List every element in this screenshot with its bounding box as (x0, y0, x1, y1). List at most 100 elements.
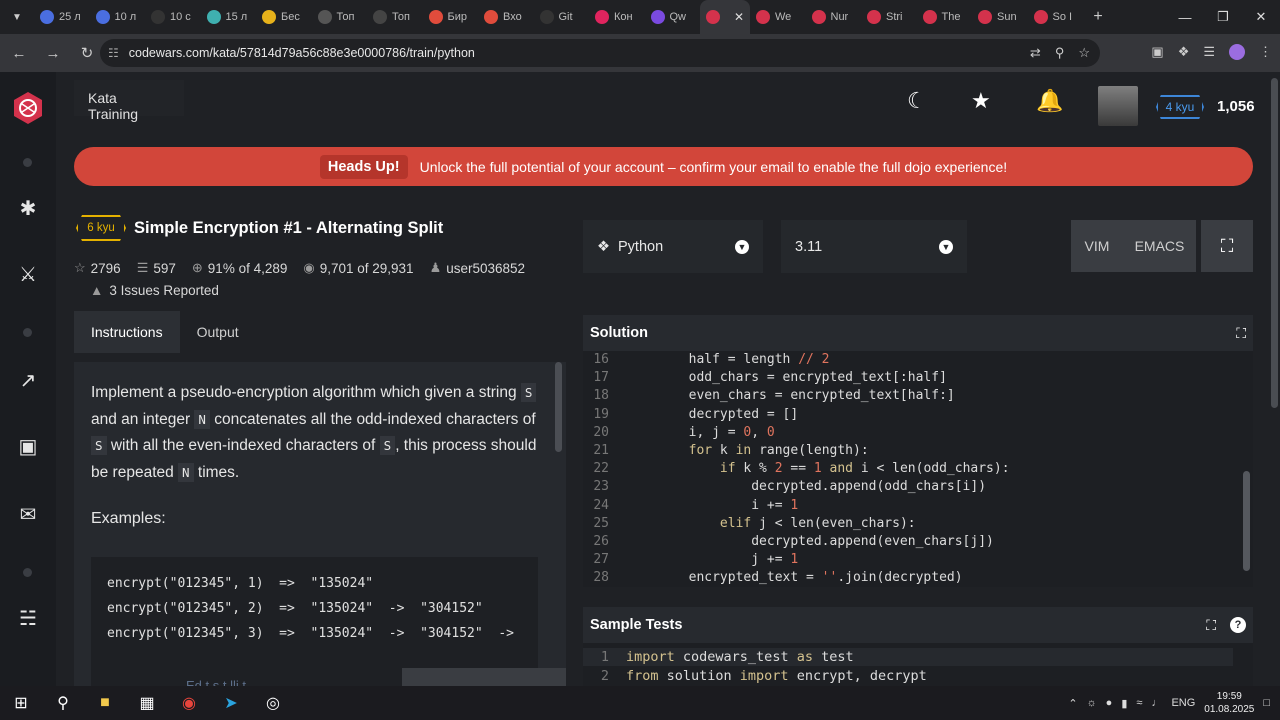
expand-icon[interactable]: ⛶ (1206, 617, 1216, 634)
calculator-icon[interactable]: ▦ (126, 686, 168, 720)
tab-instructions[interactable]: Instructions (74, 311, 180, 353)
browser-tab[interactable]: The (917, 0, 973, 34)
language-select[interactable]: ❖ Python ▼ (583, 220, 763, 273)
dark-mode-icon[interactable]: ☾ (907, 88, 927, 114)
tab-search-icon[interactable]: ▼ (0, 0, 34, 34)
code-text: import codewars_test as test (626, 649, 854, 665)
reload-icon[interactable]: ↻ (72, 38, 102, 68)
site-info-icon[interactable]: ☷ (108, 46, 119, 60)
search-icon[interactable]: ⚲ (42, 686, 84, 720)
browser-tab[interactable]: 25 л (34, 0, 90, 34)
help-icon[interactable]: ? (1230, 617, 1246, 633)
collections-stat[interactable]: ☰ 597 (137, 260, 176, 276)
code-line: 22 if k % 2 == 1 and i < len(odd_chars): (583, 460, 1233, 478)
maximize-icon[interactable]: ❐ (1204, 0, 1242, 34)
bookmark-star-icon[interactable]: ☆ (1078, 45, 1090, 61)
profile-avatar[interactable] (1229, 44, 1245, 60)
tab-output[interactable]: Output (180, 311, 256, 353)
vim-button[interactable]: VIM (1071, 220, 1123, 272)
file-explorer-icon[interactable]: ■ (84, 686, 126, 720)
browser-tab[interactable]: 10 с (145, 0, 201, 34)
author-stat[interactable]: ♟ user5036852 (430, 260, 525, 276)
practice-icon[interactable]: ⚔ (0, 262, 56, 287)
close-tab-icon[interactable]: ✕ (734, 10, 744, 24)
battery-icon[interactable]: ▮ (1121, 697, 1127, 710)
browser-tab[interactable]: We (750, 0, 806, 34)
scrollbar-thumb[interactable] (1271, 78, 1278, 408)
page-scrollbar[interactable] (1268, 72, 1280, 686)
bookmarks-icon[interactable]: ★ (971, 88, 991, 114)
network-icon[interactable]: ☼ (1087, 697, 1097, 709)
browser-tab[interactable]: ✕ (700, 0, 750, 34)
chat-icon[interactable]: ✉ (0, 502, 56, 527)
windows-taskbar: ⊞ ⚲ ■ ▦ ◉ ➤ ◎ ⌃ ☼ ● ▮ ≈ ♩ ENG 19:59 01.08… (0, 686, 1280, 720)
stars-stat[interactable]: ☆ 2796 (74, 260, 121, 276)
browser-tab[interactable]: Бир (423, 0, 479, 34)
emacs-button[interactable]: EMACS (1123, 220, 1196, 272)
minimize-icon[interactable]: — (1166, 0, 1204, 34)
docs-icon[interactable]: ☵ (0, 606, 56, 631)
browser-tab[interactable]: Топ (367, 0, 423, 34)
line-number: 2 (600, 668, 609, 684)
tab-favicon-icon (317, 10, 332, 24)
notifications-icon[interactable]: □ (1263, 697, 1270, 709)
completions-stat: ◉ 9,701 of 29,931 (303, 260, 414, 276)
forward-icon[interactable]: → (38, 38, 68, 68)
line-number: 20 (593, 424, 609, 440)
instructions-panel: Implement a pseudo-encryption algorithm … (74, 362, 566, 686)
code-line: 23 decrypted.append(odd_chars[i]) (583, 478, 1233, 496)
issues-reported[interactable]: ▲ 3 Issues Reported (90, 283, 219, 298)
training-icon[interactable]: ✱ (0, 196, 56, 221)
browser-tab[interactable]: 10 л (90, 0, 146, 34)
tests-editor[interactable]: 1 import codewars_test as test 2 from solut… (583, 643, 1253, 686)
browser-tab[interactable]: Git (534, 0, 590, 34)
mic-icon[interactable]: ● (1106, 697, 1113, 709)
code-line: 1 import codewars_test as test (583, 648, 1233, 667)
notifications-bell-icon[interactable]: 🔔 (1036, 88, 1063, 114)
translate-icon[interactable]: ⇄ (1030, 45, 1041, 61)
obs-icon[interactable]: ◎ (252, 686, 294, 720)
browser-tab[interactable]: Nur (806, 0, 862, 34)
email-confirm-banner[interactable]: Heads Up! Unlock the full potential of y… (74, 147, 1253, 186)
extension-icon[interactable]: ▣ (1151, 44, 1163, 60)
browser-tab[interactable]: Кон (589, 0, 645, 34)
close-window-icon[interactable]: ✕ (1242, 0, 1280, 34)
volume-icon[interactable]: ♩ (1151, 697, 1162, 709)
browser-tab[interactable]: Stri (861, 0, 917, 34)
browser-tab[interactable]: So I (1028, 0, 1084, 34)
address-bar[interactable]: ☷ codewars.com/kata/57814d79a56c88e3e000… (100, 39, 1100, 67)
browser-tab[interactable]: Топ (312, 0, 368, 34)
solution-editor[interactable]: 16 half = length // 2 17 odd_chars = encr… (583, 351, 1253, 587)
tray-chevron-icon[interactable]: ⌃ (1068, 697, 1077, 710)
chrome-icon[interactable]: ◉ (168, 686, 210, 720)
telegram-icon[interactable]: ➤ (210, 686, 252, 720)
tab-favicon-icon (151, 10, 165, 24)
language-indicator[interactable]: ENG (1171, 697, 1195, 709)
extensions-puzzle-icon[interactable]: ❖ (1178, 44, 1190, 60)
windows-start-icon[interactable]: ⊞ (0, 686, 42, 720)
zoom-icon[interactable]: ⚲ (1055, 45, 1065, 61)
fullscreen-icon[interactable]: ⛶ (1201, 220, 1253, 272)
bottom-link[interactable]: Ed t s t lli t (186, 678, 246, 686)
editor-scrollbar[interactable] (1243, 471, 1250, 571)
back-icon[interactable]: ← (4, 38, 34, 68)
instructions-scrollbar[interactable] (555, 362, 562, 452)
clock[interactable]: 19:59 01.08.2025 (1204, 690, 1254, 716)
expand-icon[interactable]: ⛶ (1236, 325, 1246, 342)
discord-icon[interactable]: ▣ (0, 434, 56, 459)
browser-tab[interactable]: Qw (645, 0, 701, 34)
codewars-logo[interactable] (10, 90, 46, 126)
leaderboard-icon[interactable]: ↗ (0, 368, 56, 393)
wifi-icon[interactable]: ≈ (1136, 697, 1142, 709)
menu-icon[interactable]: ⋮ (1259, 44, 1272, 60)
browser-tab[interactable]: Бес (256, 0, 312, 34)
extensions-area: ▣ ❖ ☰ ⋮ (1151, 38, 1272, 66)
version-select[interactable]: 3.11 ▼ (781, 220, 967, 273)
media-icon[interactable]: ☰ (1203, 44, 1215, 60)
new-tab-button[interactable]: + (1083, 8, 1113, 26)
browser-tab[interactable]: Sun (972, 0, 1028, 34)
user-avatar[interactable] (1098, 86, 1138, 126)
browser-tab[interactable]: 15 л (201, 0, 257, 34)
browser-tab[interactable]: Вхо (478, 0, 534, 34)
tab-label: Stri (886, 11, 903, 23)
